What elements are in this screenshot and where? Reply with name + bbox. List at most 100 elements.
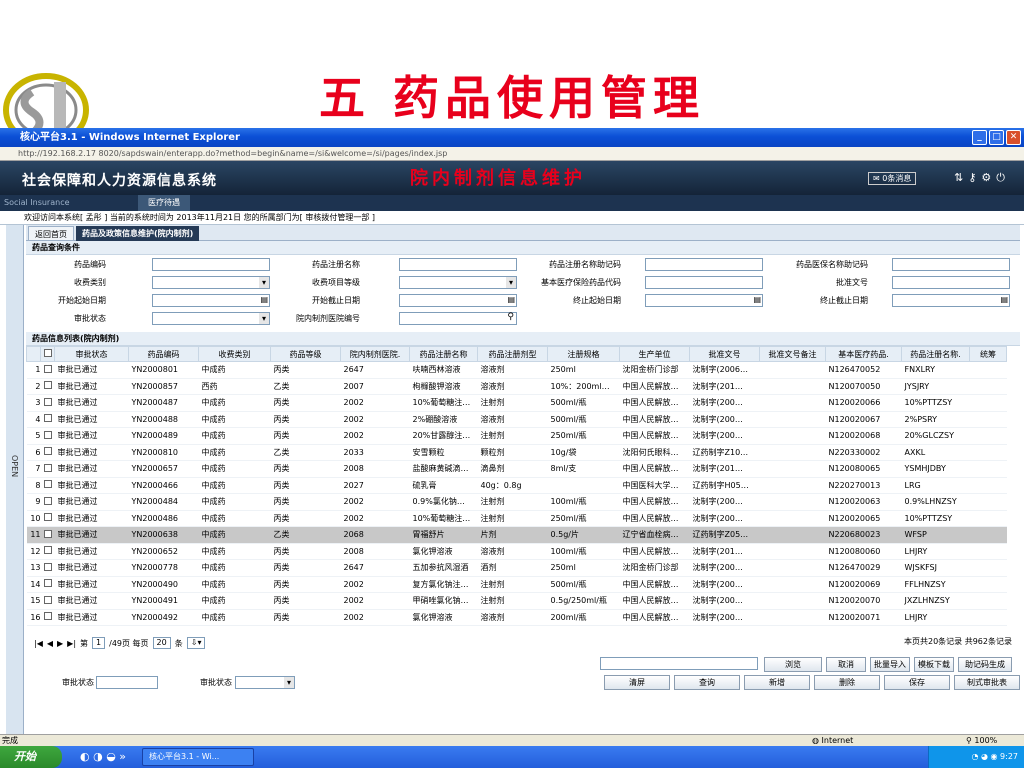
row-checkbox-cell[interactable] [40,477,55,494]
row-checkbox-cell[interactable] [40,444,55,461]
fee-level-select[interactable] [399,276,517,289]
row-checkbox[interactable] [43,595,52,604]
column-header[interactable]: 基本医疗药品. [825,346,902,362]
export-button[interactable]: ⇩▾ [186,637,206,649]
row-checkbox[interactable] [43,546,52,555]
close-button[interactable]: ✕ [1006,130,1021,145]
action-button[interactable]: 浏览 [764,657,822,672]
maximize-button[interactable]: □ [989,130,1004,145]
select-all-checkbox[interactable] [43,349,52,357]
end-from-date[interactable] [645,294,763,307]
action-button[interactable]: 制式审批表 [954,675,1020,690]
page-size-select[interactable]: 20 [152,637,171,649]
menu-tab-medical[interactable]: 医疗待遇 [138,195,190,211]
table-row[interactable]: 7 审批已通过 YN2000657 中成药 丙类 2008 盐酸麻黄碱滴… 滴鼻剂 8ml/支中… [26,460,1007,478]
prev-page-icon[interactable]: ◀ [47,639,53,648]
insurance-code-input[interactable] [645,276,763,289]
row-checkbox-cell[interactable] [40,394,55,412]
row-checkbox[interactable] [43,447,52,456]
row-checkbox-cell[interactable] [40,609,55,626]
tray-icons[interactable]: ◔ ◕ ◉ [971,752,1000,761]
key-icon[interactable]: ⚷ [968,171,981,184]
column-header[interactable]: 药品注册名称. [901,346,970,362]
row-checkbox-cell[interactable] [40,592,55,610]
table-row[interactable]: 5 审批已通过 YN2000489 中成药 丙类 2002 20%甘露醇注… 注射剂 250ml… [26,427,1007,445]
table-row[interactable]: 3 审批已通过 YN2000487 中成药 丙类 2002 10%葡萄糖注… 注射剂 500ml… [26,394,1007,412]
action-button[interactable]: 保存 [884,675,950,690]
table-row[interactable]: 10 审批已通过 YN2000486 中成药 丙类 2002 10%葡萄糖注… 注射剂 250m… [26,510,1007,527]
first-page-icon[interactable]: |◀ [34,639,43,648]
row-checkbox[interactable] [43,430,52,439]
row-checkbox-cell[interactable] [40,411,55,428]
row-checkbox[interactable] [43,463,52,472]
bottom-status-input[interactable] [96,676,158,689]
gear-icon[interactable]: ⚙ [981,171,996,184]
row-checkbox-cell[interactable] [40,493,55,511]
column-header[interactable]: 药品注册名称 [409,346,478,362]
row-checkbox-cell[interactable] [40,559,55,577]
row-checkbox[interactable] [43,381,52,390]
table-row[interactable]: 13 审批已通过 YN2000778 中成药 丙类 2647 五加参抗风湿酒 酒剂 250ml 沈… [26,559,1007,577]
power-icon[interactable]: ⏻ [996,171,1010,184]
row-checkbox-cell[interactable] [40,378,55,395]
start-from-date[interactable] [152,294,270,307]
row-checkbox[interactable] [43,562,52,571]
start-button[interactable]: 开始 [0,746,62,768]
sort-icon[interactable]: ⇅ [954,171,968,184]
column-header[interactable]: 注册规格 [547,346,620,362]
row-checkbox-cell[interactable] [40,361,55,379]
row-checkbox-cell[interactable] [40,576,55,593]
messages-button[interactable]: ✉ 0条消息 [868,172,917,185]
header-select-all[interactable] [40,346,55,362]
row-checkbox[interactable] [43,579,52,588]
zoom-level[interactable]: ⚲ 100% [966,735,997,746]
row-checkbox[interactable] [43,529,52,538]
action-button[interactable]: 批量导入 [870,657,910,672]
column-header[interactable]: 药品编码 [128,346,199,362]
action-button[interactable]: 清屏 [604,675,670,690]
column-header[interactable]: 药品注册剂型 [477,346,548,362]
column-header[interactable]: 院内制剂医院. [340,346,410,362]
minimize-button[interactable]: _ [972,130,987,145]
hospital-no-input[interactable] [399,312,517,325]
column-header[interactable]: 统筹 [969,346,1007,362]
tab-active[interactable]: 药品及政策信息维护(院内制剂) [76,226,200,241]
table-row[interactable]: 8 审批已通过 YN2000466 中成药 丙类 2027 硫乳膏 40g：0.8g 中国医科大… [26,477,1007,494]
table-row[interactable]: 11 审批已通过 YN2000638 中成药 乙类 2068 胃福舒片 片剂 0.5g/片 辽宁省… [26,526,1007,544]
row-checkbox-cell[interactable] [40,543,55,560]
column-header[interactable]: 批准文号 [689,346,760,362]
row-checkbox[interactable] [43,513,52,522]
row-checkbox-cell[interactable] [40,460,55,478]
taskbar-ie-item[interactable]: 核心平台3.1 - Wi... [142,748,254,766]
row-checkbox[interactable] [43,496,52,505]
tab-home[interactable]: 返回首页 [28,226,74,241]
table-row[interactable]: 16 审批已通过 YN2000492 中成药 丙类 2002 氯化钾溶液 溶液剂 200ml/瓶… [26,609,1007,626]
fee-type-select[interactable] [152,276,270,289]
table-row[interactable]: 1 审批已通过 YN2000801 中成药 丙类 2647 呋喃西林溶液 溶液剂 250ml 沈阳… [26,361,1007,379]
table-row[interactable]: 9 审批已通过 YN2000484 中成药 丙类 2002 0.9%氯化钠… 注射剂 100ml… [26,493,1007,511]
action-button[interactable]: 取消 [826,657,866,672]
approval-no-input[interactable] [892,276,1010,289]
table-row[interactable]: 4 审批已通过 YN2000488 中成药 丙类 2002 2%硼酸溶液 溶液剂 500ml/瓶… [26,411,1007,428]
column-header[interactable]: 生产单位 [619,346,690,362]
row-checkbox[interactable] [43,397,52,406]
row-checkbox[interactable] [43,364,52,373]
bottom-input[interactable] [600,657,758,670]
row-checkbox-cell[interactable] [40,427,55,445]
row-checkbox[interactable] [43,414,52,423]
table-row[interactable]: 12 审批已通过 YN2000652 中成药 丙类 2008 氯化钾溶液 溶液剂 100ml/瓶… [26,543,1007,560]
reg-name-input[interactable] [399,258,517,271]
table-row[interactable]: 2 审批已通过 YN2000857 西药 乙类 2007 枸橼酸钾溶液 溶液剂 10%：200m… [26,378,1007,395]
row-checkbox-cell[interactable] [40,526,55,544]
bottom-status-select[interactable] [235,676,295,689]
table-row[interactable]: 14 审批已通过 YN2000490 中成药 丙类 2002 复方氯化钠注… 注射剂 500ml… [26,576,1007,593]
approval-status-select[interactable] [152,312,270,325]
quick-launch-icons[interactable]: ◐ ◑ ◒ » [80,750,126,763]
action-button[interactable]: 模板下载 [914,657,954,672]
action-button[interactable]: 助记码生成 [958,657,1012,672]
column-header[interactable]: 批准文号备注 [759,346,826,362]
action-button[interactable]: 删除 [814,675,880,690]
action-button[interactable]: 新增 [744,675,810,690]
start-to-date[interactable] [399,294,517,307]
page-input[interactable]: 1 [92,637,106,649]
